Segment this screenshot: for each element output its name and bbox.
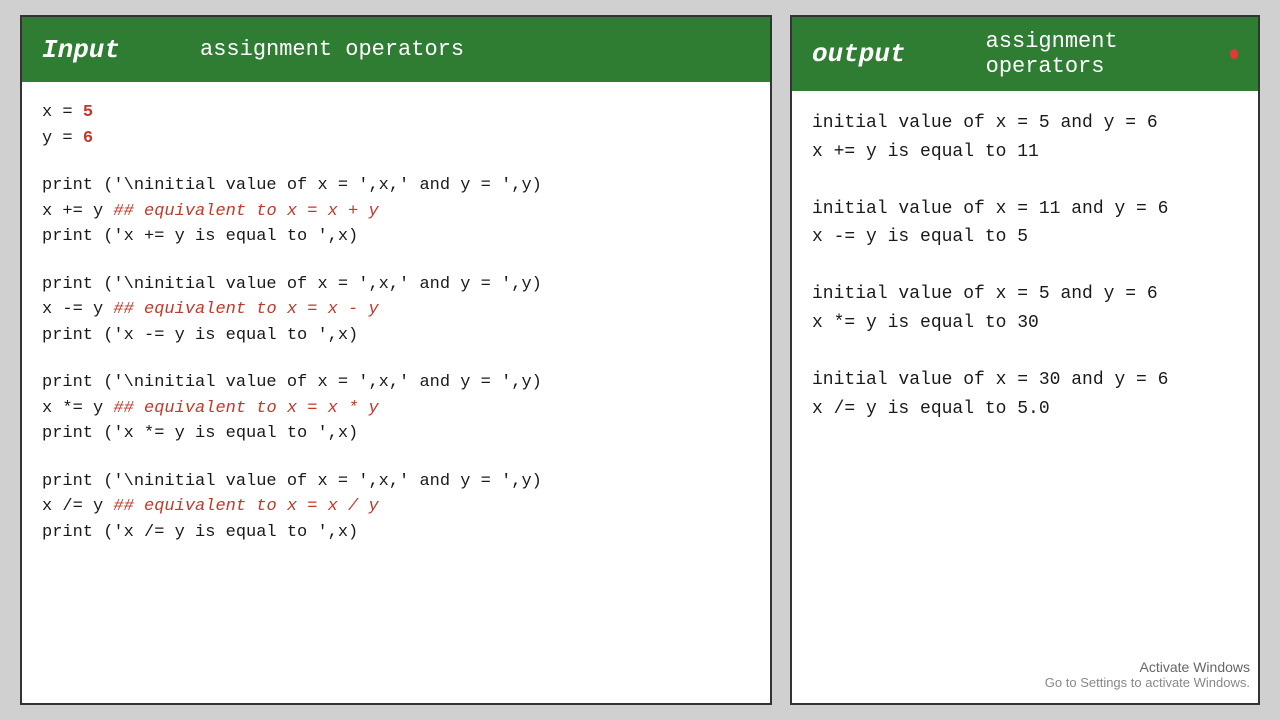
main-container: Input assignment operators x = 5 y = 6 p… [20, 15, 1260, 705]
code-line-print-1: print ('\ninitial value of x = ',x,' and… [42, 173, 750, 199]
input-panel: Input assignment operators x = 5 y = 6 p… [20, 15, 772, 705]
code-line-print-2: print ('\ninitial value of x = ',x,' and… [42, 272, 750, 298]
code-line-print-3: print ('\ninitial value of x = ',x,' and… [42, 370, 750, 396]
code-comment-mult: ## equivalent to x = x * y [113, 399, 378, 418]
output-line-4a: initial value of x = 30 and y = 6 [812, 366, 1238, 395]
output-block-1: initial value of x = 5 and y = 6 x += y … [812, 109, 1238, 167]
input-panel-body: x = 5 y = 6 print ('\ninitial value of x… [22, 82, 770, 703]
activate-windows-notice: Activate Windows Go to Settings to activ… [1045, 659, 1250, 690]
cursor-indicator [1230, 49, 1238, 59]
output-line-2b: x -= y is equal to 5 [812, 223, 1238, 252]
output-line-3a: initial value of x = 5 and y = 6 [812, 280, 1238, 309]
code-line-div-eq: x /= y ## equivalent to x = x / y [42, 494, 750, 520]
code-line-plus-eq: x += y ## equivalent to x = x + y [42, 199, 750, 225]
code-block-mult-eq: print ('\ninitial value of x = ',x,' and… [42, 370, 750, 447]
output-header-title: assignment operators [986, 29, 1206, 79]
code-line-mult-eq: x *= y ## equivalent to x = x * y [42, 396, 750, 422]
output-line-3b: x *= y is equal to 30 [812, 309, 1238, 338]
output-panel-header: output assignment operators [792, 17, 1258, 91]
code-line-print-4: print ('\ninitial value of x = ',x,' and… [42, 469, 750, 495]
code-line-print-mult: print ('x *= y is equal to ',x) [42, 421, 750, 447]
code-line-print-div: print ('x /= y is equal to ',x) [42, 520, 750, 546]
output-panel-body: initial value of x = 5 and y = 6 x += y … [792, 91, 1258, 703]
output-label: output [812, 39, 906, 69]
code-comment-div: ## equivalent to x = x / y [113, 497, 378, 516]
activate-windows-line2: Go to Settings to activate Windows. [1045, 675, 1250, 690]
code-block-vars: x = 5 y = 6 [42, 100, 750, 151]
code-comment-plus: ## equivalent to x = x + y [113, 202, 378, 221]
input-panel-header: Input assignment operators [22, 17, 770, 82]
output-line-2a: initial value of x = 11 and y = 6 [812, 195, 1238, 224]
output-block-4: initial value of x = 30 and y = 6 x /= y… [812, 366, 1238, 424]
code-block-plus-eq: print ('\ninitial value of x = ',x,' and… [42, 173, 750, 250]
output-line-1b: x += y is equal to 11 [812, 138, 1238, 167]
code-block-div-eq: print ('\ninitial value of x = ',x,' and… [42, 469, 750, 546]
code-line-print-plus: print ('x += y is equal to ',x) [42, 224, 750, 250]
input-label: Input [42, 35, 120, 65]
code-num-6: 6 [83, 129, 93, 148]
code-line-minus-eq: x -= y ## equivalent to x = x - y [42, 297, 750, 323]
code-block-minus-eq: print ('\ninitial value of x = ',x,' and… [42, 272, 750, 349]
code-num-5: 5 [83, 103, 93, 122]
output-line-1a: initial value of x = 5 and y = 6 [812, 109, 1238, 138]
input-header-title: assignment operators [200, 37, 464, 62]
code-line-x: x = 5 [42, 100, 750, 126]
activate-windows-line1: Activate Windows [1045, 659, 1250, 675]
output-line-4b: x /= y is equal to 5.0 [812, 395, 1238, 424]
output-block-3: initial value of x = 5 and y = 6 x *= y … [812, 280, 1238, 338]
code-line-y: y = 6 [42, 126, 750, 152]
code-comment-minus: ## equivalent to x = x - y [113, 300, 378, 319]
code-line-print-minus: print ('x -= y is equal to ',x) [42, 323, 750, 349]
output-block-2: initial value of x = 11 and y = 6 x -= y… [812, 195, 1238, 253]
output-panel: output assignment operators initial valu… [790, 15, 1260, 705]
